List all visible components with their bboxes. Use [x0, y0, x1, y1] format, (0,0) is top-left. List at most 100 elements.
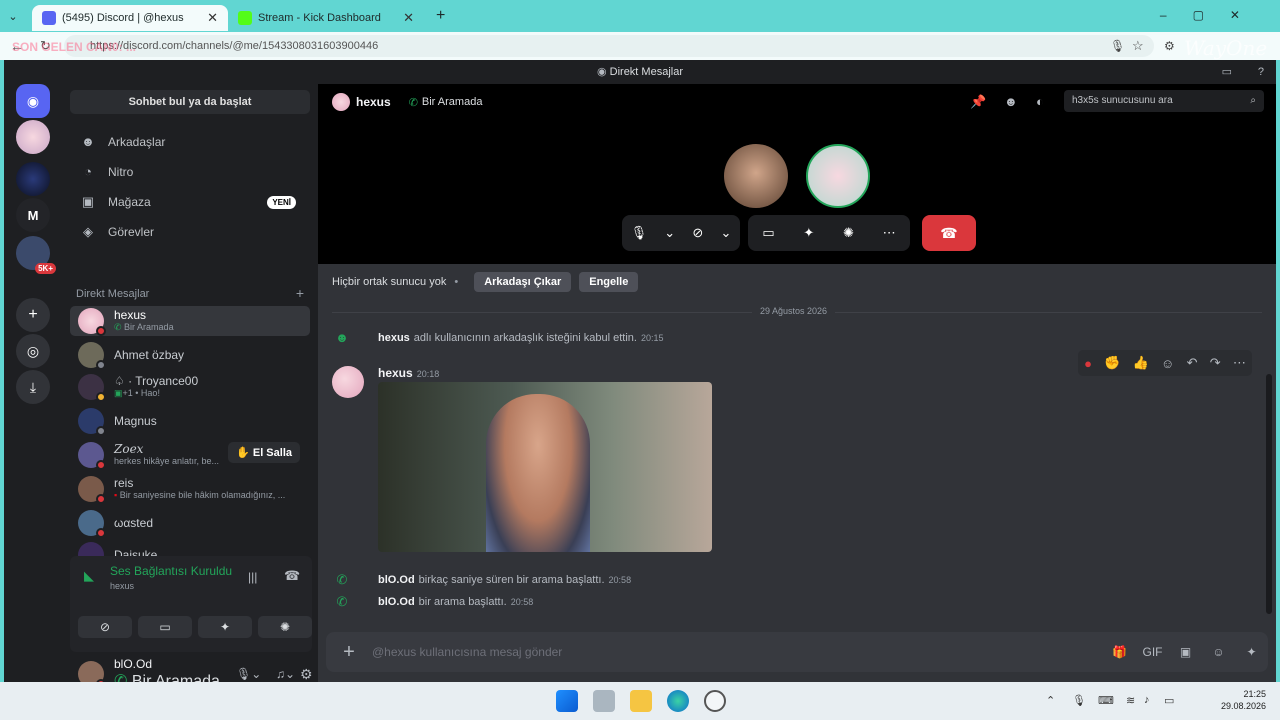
nav-quests[interactable]: ◈ Görevler: [70, 218, 310, 246]
headphones-icon[interactable]: ♫⌄: [276, 667, 295, 681]
call-participant-avatar[interactable]: [724, 144, 788, 208]
search-input[interactable]: h3x5s sunucusunu ara ⌕: [1064, 90, 1264, 112]
search-icon: ⌕: [1250, 95, 1256, 106]
server-icon-m[interactable]: M: [16, 198, 50, 232]
edge-browser-icon[interactable]: [667, 690, 689, 712]
message-gif-image[interactable]: [378, 382, 712, 552]
kick-favicon-icon: [238, 11, 252, 25]
avatar: [78, 510, 106, 538]
volume-icon[interactable]: ♪: [1144, 694, 1150, 706]
noise-suppression-icon[interactable]: |||: [248, 570, 257, 584]
add-friends-to-dm-icon[interactable]: ☻: [1004, 94, 1018, 109]
message-avatar[interactable]: [332, 366, 364, 398]
nav-shop[interactable]: ▣ Mağaza YENİ: [70, 188, 310, 216]
add-attachment-icon[interactable]: +: [326, 641, 372, 664]
thumbs-up-reaction-icon[interactable]: 👍: [1133, 355, 1149, 371]
camera-off-icon[interactable]: ⊘: [692, 225, 703, 241]
disconnect-icon[interactable]: ☎: [284, 568, 300, 584]
find-conversation-button[interactable]: Sohbet bul ya da başlat: [70, 90, 310, 114]
window-controls[interactable]: –▢✕: [1160, 8, 1266, 22]
server-icon-pastel[interactable]: [16, 120, 50, 154]
help-icon[interactable]: ?: [1258, 60, 1264, 84]
nav-friends[interactable]: ☻ Arkadaşlar: [70, 128, 310, 156]
scrollbar[interactable]: [1266, 374, 1272, 614]
nitro-icon: ◔: [84, 164, 92, 179]
chevron-down-icon[interactable]: ⌄: [720, 225, 731, 241]
gif-icon[interactable]: GIF: [1136, 645, 1169, 659]
channel-header: hexus ✆ Bir Aramada 📌 ☻ ◐ h3x5s sunucusu…: [318, 84, 1276, 120]
emoji-icon[interactable]: ☺: [1202, 645, 1235, 659]
soundboard-icon[interactable]: ✺: [843, 225, 854, 241]
dm-item-ahmet[interactable]: Ahmet özbay: [70, 340, 310, 370]
dm-item-magnus[interactable]: Magnus: [70, 406, 310, 436]
end-call-button[interactable]: ☎: [922, 215, 976, 251]
dm-item-troyance[interactable]: ♤ · Troyance00 ▣+1 • Hao!: [70, 372, 310, 402]
apps-icon[interactable]: ✦: [1235, 645, 1268, 659]
user-profile-icon[interactable]: ◐: [1036, 94, 1044, 109]
settings-gear-icon[interactable]: ⚙: [300, 666, 313, 683]
microphone-icon[interactable]: 🎙⌄: [236, 667, 261, 681]
add-server-button[interactable]: +: [16, 298, 50, 332]
soundboard-button[interactable]: ✺: [258, 616, 312, 638]
home-discord-button[interactable]: ◉: [16, 84, 50, 118]
screen-share-button[interactable]: ▭: [138, 616, 192, 638]
block-button[interactable]: Engelle: [579, 272, 639, 292]
wifi-icon[interactable]: ≋: [1126, 694, 1135, 707]
nav-nitro[interactable]: ◔ Nitro: [70, 158, 310, 186]
battery-icon[interactable]: ▭: [1164, 694, 1174, 707]
extensions-icon[interactable]: ⚙: [1164, 39, 1175, 53]
inbox-icon[interactable]: ▭: [1222, 60, 1232, 84]
close-tab-icon[interactable]: ✕: [403, 10, 414, 26]
server-folder[interactable]: 5K+: [16, 236, 56, 274]
dm-item-wasted[interactable]: ωαsted: [70, 508, 310, 538]
tray-chevron-icon[interactable]: ⌃: [1046, 694, 1055, 707]
message-input[interactable]: [372, 645, 1103, 659]
sticker-icon[interactable]: ▣: [1169, 645, 1202, 659]
new-tab-icon[interactable]: +: [436, 7, 445, 25]
browser-tab-kick[interactable]: Stream - Kick Dashboard ✕: [228, 5, 424, 31]
dm-item-zoex[interactable]: Zoex herkes hikâye anlatır, be... ✋ El S…: [70, 440, 310, 470]
url-field[interactable]: https://discord.com/channels/@me/1543308…: [64, 35, 1154, 57]
favorite-star-icon[interactable]: ☆: [1132, 38, 1144, 54]
red-circle-reaction-icon[interactable]: ●: [1084, 356, 1092, 371]
fist-reaction-icon[interactable]: ✊: [1104, 355, 1120, 371]
close-tab-icon[interactable]: ✕: [207, 10, 218, 26]
browser-tab-discord[interactable]: (5495) Discord | @hexus ✕: [32, 5, 228, 31]
windows-start-icon[interactable]: [556, 690, 578, 712]
more-options-icon[interactable]: ⋯: [1233, 355, 1246, 371]
folder-badge: 5K+: [35, 263, 56, 274]
pin-icon[interactable]: 📌: [970, 94, 986, 110]
server-icon-hooded[interactable]: [16, 162, 50, 196]
add-reaction-icon[interactable]: ☺: [1161, 356, 1174, 371]
reply-icon[interactable]: ↶: [1187, 355, 1198, 371]
microphone-icon[interactable]: 🎙: [1110, 39, 1125, 53]
file-explorer-icon[interactable]: [630, 690, 652, 712]
forward-icon[interactable]: ↷: [1210, 355, 1221, 371]
activities-button[interactable]: ✦: [198, 616, 252, 638]
system-message-call: ✆ blO.Od bir arama başlattı. 20:58: [332, 594, 534, 610]
camera-toggle-button[interactable]: ⊘: [78, 616, 132, 638]
clock[interactable]: 21:25 29.08.2026: [1221, 688, 1266, 712]
dm-item-hexus[interactable]: hexus ✆ Bir Aramada: [70, 306, 310, 336]
avatar: [78, 342, 106, 370]
chevron-down-icon[interactable]: ⌄: [664, 225, 675, 241]
call-participant-avatar[interactable]: [806, 144, 870, 208]
gift-icon[interactable]: 🎁: [1103, 645, 1136, 659]
task-view-icon[interactable]: [593, 690, 615, 712]
remove-friend-button[interactable]: Arkadaşı Çıkar: [474, 272, 572, 292]
activities-icon[interactable]: ✦: [803, 225, 814, 241]
app-icon[interactable]: [704, 690, 726, 712]
microphone-icon[interactable]: 🎙: [631, 225, 648, 241]
server-rail: ◉ M 5K+ + ◎ ⤓: [4, 84, 64, 682]
download-apps-button[interactable]: ⤓: [16, 370, 50, 404]
dm-item-reis[interactable]: reis ▪ Bir saniyesine bile hâkim olamadı…: [70, 474, 310, 504]
create-dm-plus-icon[interactable]: +: [296, 286, 304, 300]
keyboard-icon[interactable]: ⌨: [1098, 694, 1114, 707]
more-options-icon[interactable]: ⋯: [883, 225, 896, 241]
screen-share-icon[interactable]: ▭: [762, 225, 774, 241]
user-avatar[interactable]: [78, 661, 106, 682]
wave-button[interactable]: ✋ El Salla: [228, 442, 300, 463]
microphone-icon[interactable]: 🎙: [1072, 694, 1086, 707]
discover-button[interactable]: ◎: [16, 334, 50, 368]
tab-list-dropdown[interactable]: ⌄: [0, 10, 26, 23]
